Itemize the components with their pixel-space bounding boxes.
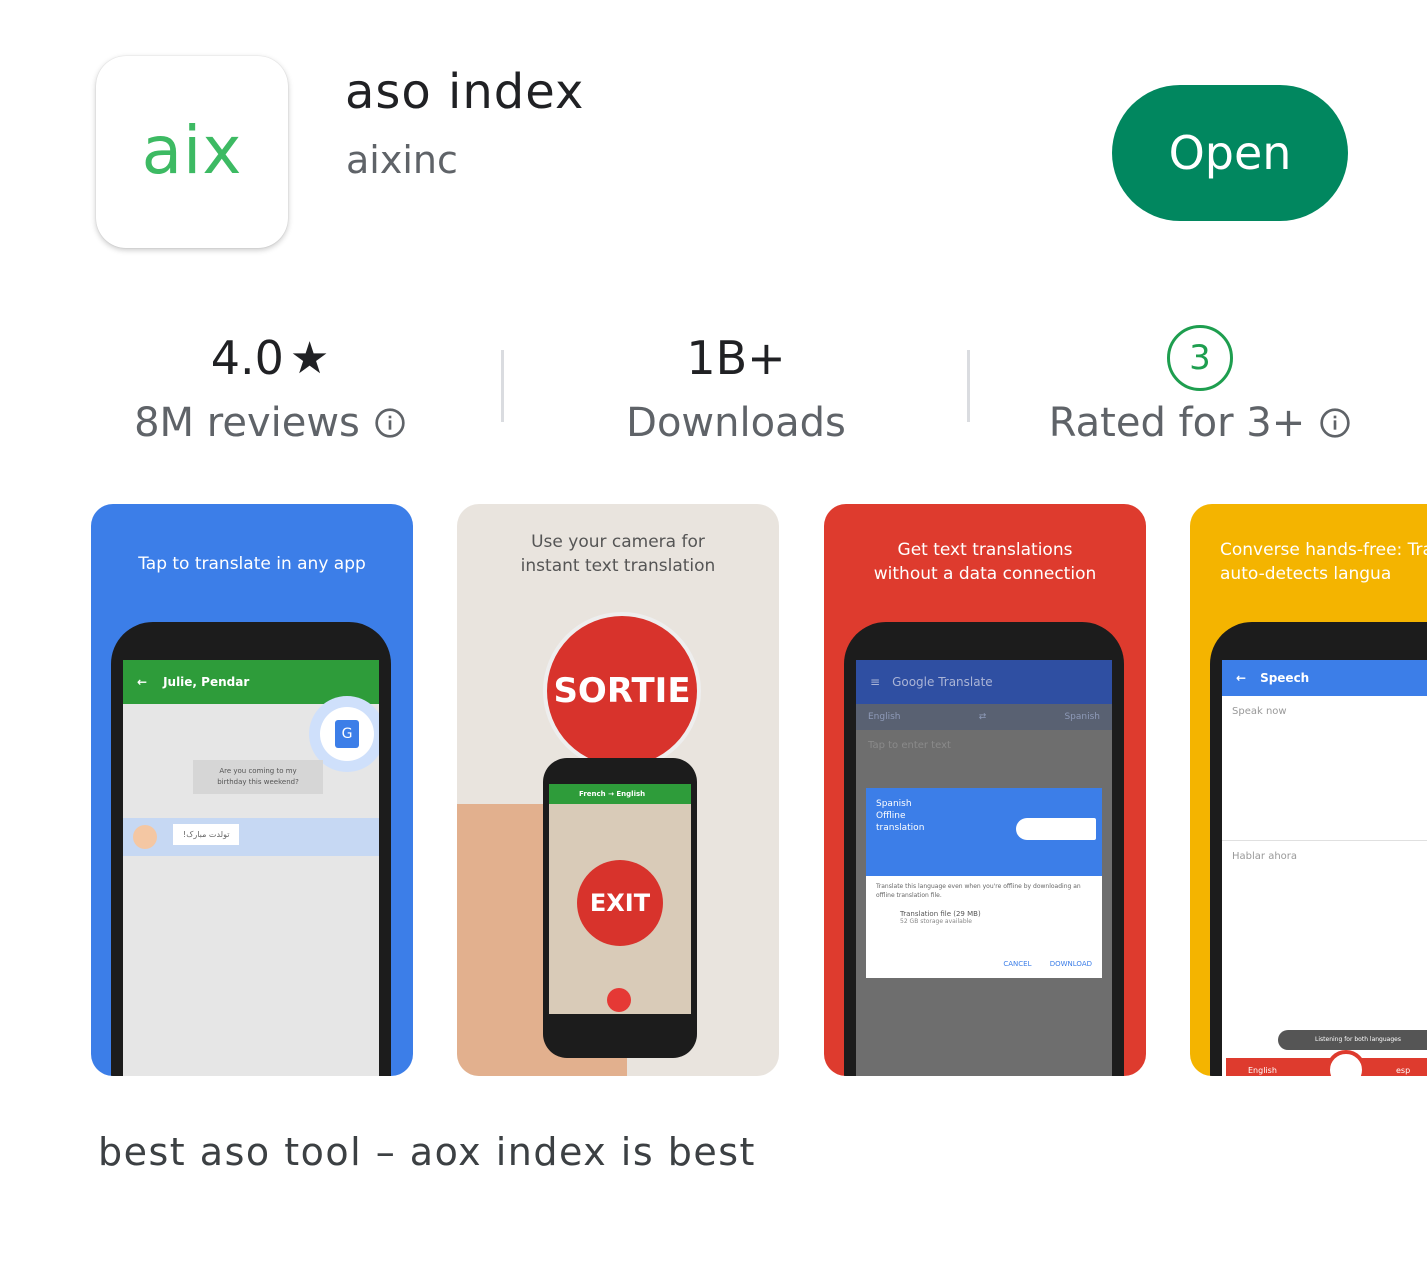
input-hint: Tap to enter text: [868, 740, 951, 751]
storage-label: 52 GB storage available: [900, 918, 972, 925]
app-title: aso index: [345, 64, 585, 120]
downloads-stat: 1B+ Downloads: [600, 320, 872, 446]
download-button: DOWNLOAD: [1049, 960, 1092, 968]
open-button[interactable]: Open: [1112, 85, 1348, 221]
airplane-icon: [1016, 818, 1096, 840]
screenshot-caption: Tap to translate in any app: [138, 554, 366, 574]
stat-divider: [967, 350, 970, 422]
dialog-header: Spanish Offline translation: [866, 788, 1102, 876]
sign-sortie-text: SORTIE: [553, 671, 691, 711]
age-label: Rated for 3+: [1048, 400, 1306, 446]
screenshot-caption: Use your camera for instant text transla…: [520, 532, 716, 576]
stat-divider: [501, 350, 504, 422]
file-label: Translation file (29 MB): [900, 910, 981, 918]
downloads-label: Downloads: [626, 400, 846, 446]
hablar-label: Hablar ahora: [1222, 840, 1427, 872]
lang-right: esp: [1396, 1066, 1411, 1075]
phone-mockup: ← Julie, Pendar G Are you coming to my b…: [111, 622, 391, 1076]
age-badge-row: 3: [1040, 320, 1360, 396]
app-bar-title: Speech: [1260, 671, 1310, 685]
phone-screen: French → English EXIT: [549, 784, 691, 1014]
lang-left: English: [1248, 1066, 1277, 1075]
reviews-label-row: 8M reviews: [120, 400, 420, 446]
screenshot-caption: Get text translations without a data con…: [873, 540, 1097, 584]
phone-screen: ≡ Google Translate English ⇄ Spanish Tap…: [856, 660, 1112, 1076]
star-icon: ★: [289, 332, 330, 384]
rating-value-row: 4.0 ★: [120, 320, 420, 396]
reviews-label: 8M reviews: [134, 400, 360, 446]
swap-icon: ⇄: [978, 712, 987, 722]
menu-icon: ≡: [870, 675, 881, 689]
outgoing-message: !تولدت مبارک: [173, 824, 240, 845]
sign-exit: EXIT: [577, 860, 663, 946]
rating-stat[interactable]: 4.0 ★ 8M reviews: [120, 320, 420, 446]
phone-mockup: ≡ Google Translate English ⇄ Spanish Tap…: [844, 622, 1124, 1076]
sign-exit-text: EXIT: [589, 889, 651, 917]
app-description: best aso tool – aox index is best: [98, 1130, 756, 1174]
outgoing-row: !تولدت مبارک: [123, 818, 379, 856]
app-toolbar: ≡ Google Translate: [856, 660, 1112, 704]
phone-mockup: ← Speech Speak now Hablar ahora Listenin…: [1210, 622, 1427, 1076]
language-buttons: English esp: [1226, 1050, 1427, 1076]
developer-link[interactable]: aixinc: [346, 138, 458, 182]
shutter-button: [607, 988, 631, 1012]
offline-dialog: Spanish Offline translation Translate th…: [866, 788, 1102, 978]
sign-sortie: SORTIE: [543, 612, 701, 770]
language-bar: English ⇄ Spanish: [856, 704, 1112, 730]
screenshot-1[interactable]: Tap to translate in any app ← Julie, Pen…: [91, 504, 413, 1076]
target-language: Spanish: [1064, 712, 1100, 722]
speak-now-label: Speak now: [1232, 706, 1287, 717]
info-icon[interactable]: [1319, 407, 1351, 439]
content-rating-stat[interactable]: 3 Rated for 3+: [1040, 320, 1360, 446]
dialog-title: Spanish Offline translation: [876, 799, 925, 833]
phone-screen: ← Speech Speak now Hablar ahora Listenin…: [1222, 660, 1427, 1076]
phone-screen: ← Julie, Pendar G Are you coming to my b…: [123, 660, 379, 1076]
phone-mockup: French → English EXIT: [543, 758, 697, 1058]
app-icon: aix: [96, 56, 288, 248]
app-bar-title: Google Translate: [892, 675, 993, 689]
info-icon[interactable]: [374, 407, 406, 439]
downloads-value: 1B+: [686, 331, 786, 385]
dialog-body: Translate this language even when you're…: [876, 883, 1081, 899]
back-arrow-icon: ←: [1236, 671, 1247, 685]
dialog-actions: CANCEL DOWNLOAD: [1003, 960, 1092, 968]
back-arrow-icon: ←: [137, 675, 148, 689]
chat-header: Julie, Pendar: [163, 675, 250, 689]
screenshot-caption: Converse hands-free: Tra auto-detects la…: [1220, 540, 1427, 584]
cancel-button: CANCEL: [1003, 960, 1032, 968]
camera-toolbar: French → English: [549, 784, 691, 804]
source-language: English: [868, 712, 901, 722]
mic-icon: [1326, 1050, 1366, 1076]
speech-toolbar: ← Speech: [1222, 660, 1427, 696]
listening-toast: Listening for both languages: [1278, 1030, 1427, 1050]
rating-value: 4.0: [210, 331, 284, 385]
age-rating-badge: 3: [1167, 325, 1233, 391]
age-label-row: Rated for 3+: [1040, 400, 1360, 446]
app-icon-logo-text: aix: [141, 111, 243, 189]
incoming-message: Are you coming to my birthday this weeke…: [193, 760, 323, 794]
screenshot-2[interactable]: Use your camera for instant text transla…: [457, 504, 779, 1076]
avatar: [133, 825, 157, 849]
screenshot-4[interactable]: Converse hands-free: Tra auto-detects la…: [1190, 504, 1427, 1076]
screenshot-3[interactable]: Get text translations without a data con…: [824, 504, 1146, 1076]
